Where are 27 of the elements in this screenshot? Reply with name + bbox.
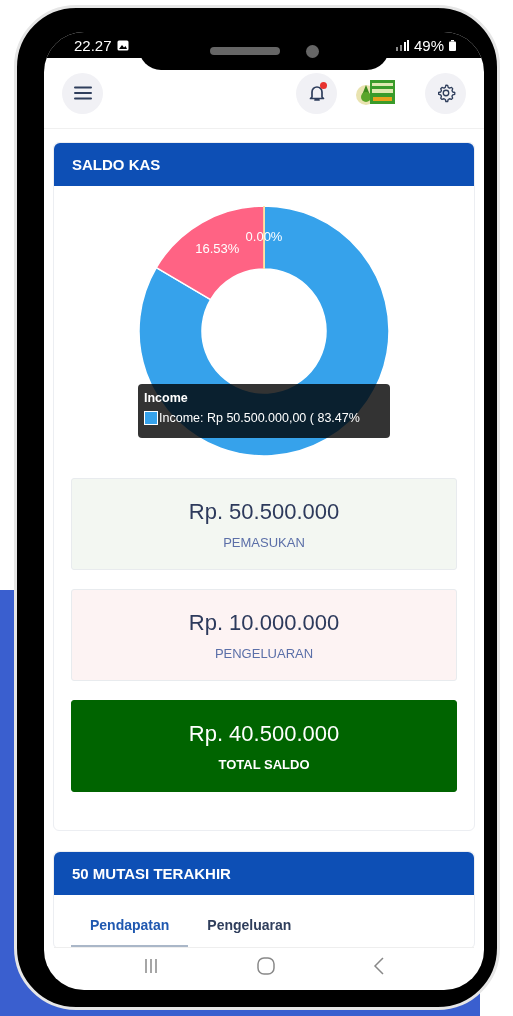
- battery-icon: [449, 39, 456, 51]
- settings-icon: [435, 83, 456, 103]
- slice-label: 16.53%: [195, 241, 240, 257]
- amount-text: Rp. 10.000.000: [188, 609, 340, 636]
- recent-apps-icon[interactable]: [143, 958, 159, 974]
- tab[interactable]: Pengeluaran: [188, 907, 311, 947]
- slice-label: 0.00%: [245, 229, 283, 244]
- home-icon[interactable]: [257, 957, 275, 975]
- menu-icon: [73, 86, 92, 100]
- amount-text: Rp. 50.500.000: [188, 498, 340, 525]
- summary-label: PENGELUARAN: [214, 645, 314, 661]
- card-header: 50 MUTASI TERAKHIR: [54, 852, 474, 895]
- settings-button[interactable]: [425, 72, 466, 114]
- battery-percentage: 49%: [413, 36, 444, 54]
- summary-label: TOTAL SALDO: [218, 756, 310, 772]
- summary-label: PEMASUKAN: [223, 534, 305, 550]
- signal-icon: [394, 39, 409, 51]
- back-icon[interactable]: [373, 957, 385, 975]
- tooltip-title: Income: [144, 391, 189, 405]
- amount-text: Rp. 40.500.000: [188, 720, 340, 747]
- tooltip-text: Income: Rp 50.500.000,00 ( 83.47%: [159, 411, 360, 425]
- tab[interactable]: Pendapatan: [71, 907, 189, 947]
- card-header: SALDO KAS: [54, 143, 474, 186]
- image-icon: [116, 39, 129, 51]
- status-time: 22.27: [74, 36, 112, 54]
- menu-button[interactable]: [62, 72, 103, 114]
- notification-button[interactable]: [296, 72, 337, 114]
